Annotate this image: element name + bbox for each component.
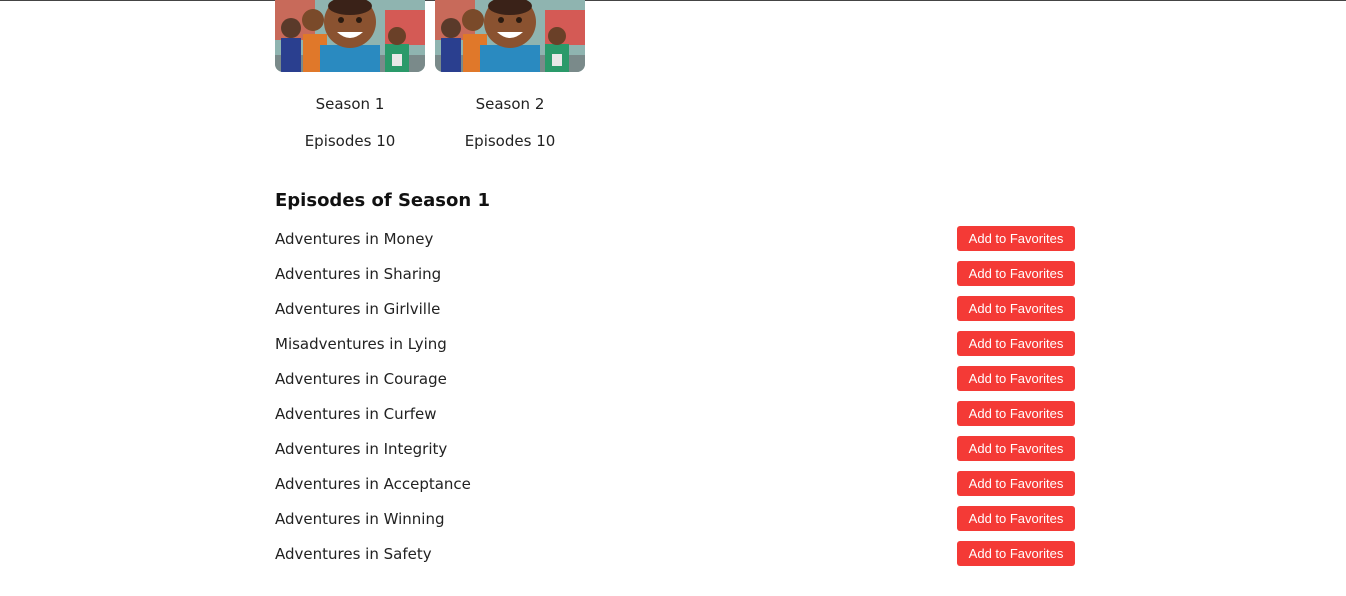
add-to-favorites-button[interactable]: Add to Favorites xyxy=(957,296,1075,321)
add-to-favorites-button[interactable]: Add to Favorites xyxy=(957,226,1075,251)
episode-row: Adventures in Money Add to Favorites xyxy=(275,221,1075,256)
episode-row: Adventures in Sharing Add to Favorites xyxy=(275,256,1075,291)
season-thumbnail[interactable] xyxy=(435,0,585,72)
episode-title: Adventures in Acceptance xyxy=(275,474,471,493)
episode-title: Adventures in Money xyxy=(275,229,434,248)
episode-title: Adventures in Curfew xyxy=(275,404,437,423)
episode-row: Adventures in Integrity Add to Favorites xyxy=(275,431,1075,466)
season-card-1[interactable]: Season 1 Episodes 10 xyxy=(275,0,425,151)
season-thumbnail[interactable] xyxy=(275,0,425,72)
add-to-favorites-button[interactable]: Add to Favorites xyxy=(957,471,1075,496)
season-list: Season 1 Episodes 10 Season 2 Episodes 1… xyxy=(275,0,1075,151)
episode-title: Misadventures in Lying xyxy=(275,334,447,353)
episode-title: Adventures in Sharing xyxy=(275,264,442,283)
episode-list: Adventures in Money Add to Favorites Adv… xyxy=(275,221,1075,571)
season-name: Season 1 xyxy=(315,95,385,113)
add-to-favorites-button[interactable]: Add to Favorites xyxy=(957,506,1075,531)
add-to-favorites-button[interactable]: Add to Favorites xyxy=(957,436,1075,461)
episode-title: Adventures in Winning xyxy=(275,509,445,528)
add-to-favorites-button[interactable]: Add to Favorites xyxy=(957,331,1075,356)
season-episode-count: Episodes 10 xyxy=(464,132,556,150)
episode-title: Adventures in Integrity xyxy=(275,439,448,458)
add-to-favorites-button[interactable]: Add to Favorites xyxy=(957,401,1075,426)
episode-title: Adventures in Safety xyxy=(275,544,432,563)
episode-row: Adventures in Safety Add to Favorites xyxy=(275,536,1075,571)
main-content: Season 1 Episodes 10 Season 2 Episodes 1… xyxy=(275,0,1075,571)
episodes-section-title: Episodes of Season 1 xyxy=(275,190,490,211)
episode-row: Adventures in Winning Add to Favorites xyxy=(275,501,1075,536)
episode-title: Adventures in Girlville xyxy=(275,299,441,318)
add-to-favorites-button[interactable]: Add to Favorites xyxy=(957,261,1075,286)
episode-row: Adventures in Acceptance Add to Favorite… xyxy=(275,466,1075,501)
season-episode-count: Episodes 10 xyxy=(304,132,396,150)
episode-row: Adventures in Curfew Add to Favorites xyxy=(275,396,1075,431)
add-to-favorites-button[interactable]: Add to Favorites xyxy=(957,366,1075,391)
episode-row: Misadventures in Lying Add to Favorites xyxy=(275,326,1075,361)
add-to-favorites-button[interactable]: Add to Favorites xyxy=(957,541,1075,566)
season-card-2[interactable]: Season 2 Episodes 10 xyxy=(435,0,585,151)
season-name: Season 2 xyxy=(475,95,545,113)
episode-title: Adventures in Courage xyxy=(275,369,447,388)
episode-row: Adventures in Courage Add to Favorites xyxy=(275,361,1075,396)
episode-row: Adventures in Girlville Add to Favorites xyxy=(275,291,1075,326)
